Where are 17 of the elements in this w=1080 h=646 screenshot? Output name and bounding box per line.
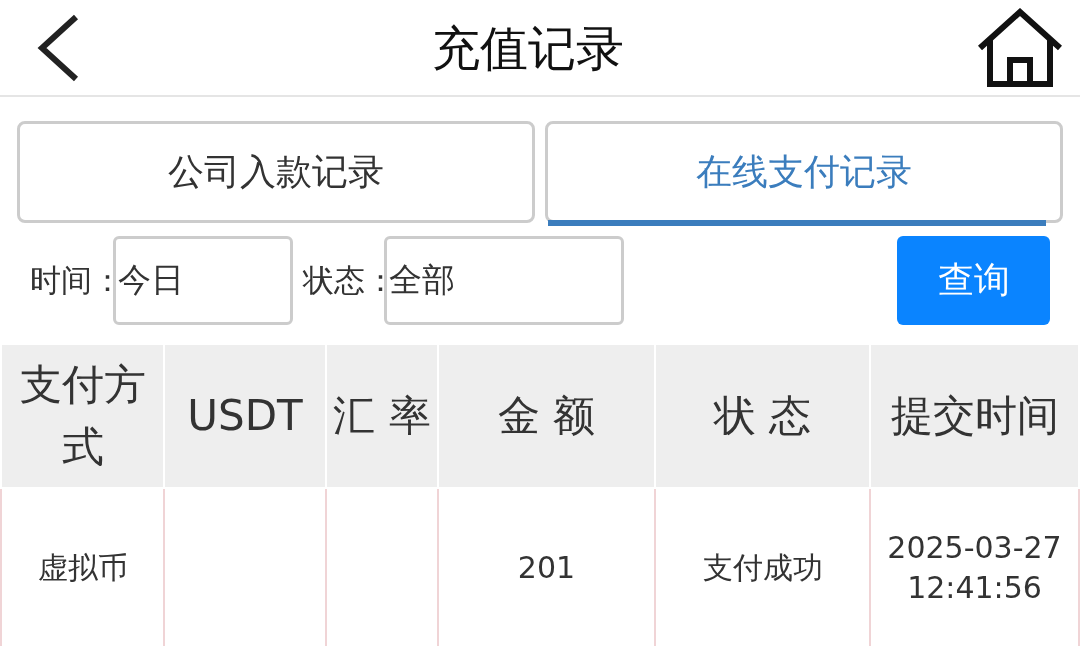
column-header: 提交时间: [871, 345, 1078, 487]
table-cell: 201: [439, 489, 654, 646]
query-button[interactable]: 查询: [897, 235, 1050, 325]
column-header: 汇 率: [327, 345, 437, 487]
home-icon[interactable]: [976, 7, 1064, 88]
column-header: 金 额: [439, 345, 654, 487]
back-icon[interactable]: [36, 12, 80, 83]
time-field[interactable]: 今日: [113, 235, 293, 325]
tab[interactable]: 在线支付记录: [545, 121, 1063, 223]
column-header: USDT: [165, 345, 325, 487]
tab[interactable]: 公司入款记录: [17, 121, 535, 223]
table-cell: 2025-03-27 12:41:56: [871, 489, 1078, 646]
column-header: 状 态: [656, 345, 869, 487]
column-header: 支付方式: [2, 345, 163, 487]
page-title: 充值记录: [432, 18, 624, 78]
table-cell: 支付成功: [656, 489, 869, 646]
table-cell: 虚拟币: [2, 489, 163, 646]
